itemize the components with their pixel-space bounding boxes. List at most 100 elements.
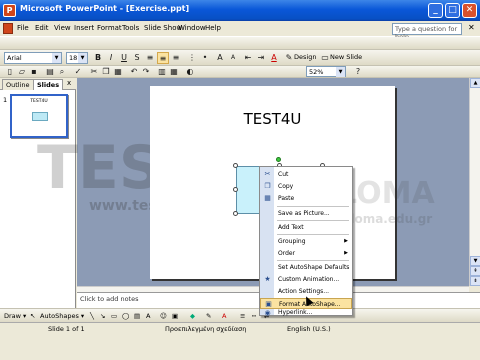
redo-icon[interactable]: ↷ [140, 66, 152, 78]
menu-view[interactable]: View [54, 24, 71, 32]
select-objects-icon[interactable]: ↖ [30, 312, 35, 320]
scroll-up-icon[interactable]: ▲ [470, 78, 480, 88]
table-icon[interactable]: ▦ [168, 66, 180, 78]
numbering-icon[interactable]: ⋮ [186, 52, 198, 64]
close-button[interactable]: ✕ [462, 3, 477, 18]
chevron-down-icon[interactable]: ▼ [78, 53, 87, 63]
context-item-custom-animation[interactable]: ★ Custom Animation... [260, 274, 352, 285]
resize-handle-sw[interactable] [233, 211, 238, 216]
slide-thumbnail[interactable]: TEST4U [10, 94, 68, 138]
new-slide-button[interactable]: New Slide [330, 53, 362, 61]
close-panel-icon[interactable]: x [67, 79, 71, 87]
status-bar: Slide 1 of 1 Προεπιλεγμένη σχεδίαση Engl… [0, 322, 480, 334]
vertical-scrollbar[interactable]: ▲ ▼ ⇞ ⇟ [469, 78, 480, 286]
maximize-button[interactable]: □ [445, 3, 460, 18]
open-icon[interactable]: ▱ [16, 66, 28, 78]
new-icon[interactable]: ▯ [4, 66, 16, 78]
menu-tools[interactable]: Tools [122, 24, 139, 32]
picture-icon[interactable]: ▣ [172, 312, 178, 320]
context-menu: ✂ Cut ❐ Copy ▦ Paste Save as Picture... … [259, 166, 353, 317]
menu-file[interactable]: File [17, 24, 29, 32]
chevron-down-icon[interactable]: ▼ [336, 67, 345, 77]
resize-handle-nw[interactable] [233, 163, 238, 168]
chart-icon[interactable]: ▥ [156, 66, 168, 78]
font-name-combo[interactable]: Arial ▼ [4, 52, 62, 64]
preview-icon[interactable]: ⌕ [56, 66, 68, 78]
tab-outline[interactable]: Outline [2, 79, 34, 90]
print-icon[interactable]: ▤ [44, 66, 56, 78]
line-style-icon[interactable]: ≡ [240, 312, 245, 320]
paste-icon[interactable]: ▦ [112, 66, 124, 78]
title-bar: P Microsoft PowerPoint - [Exercise.ppt] … [0, 0, 480, 21]
menu-separator [277, 234, 349, 235]
font-color-icon[interactable]: A [268, 52, 280, 64]
outdent-icon[interactable]: ⇥ [255, 52, 267, 64]
minimize-button[interactable]: _ [428, 3, 443, 18]
context-item-set-autoshape-defaults[interactable]: Set AutoShape Defaults [260, 262, 352, 273]
menu-format[interactable]: Format [97, 24, 122, 32]
underline-button[interactable]: U [118, 52, 130, 64]
line-color-icon[interactable]: ✎ [206, 312, 211, 320]
font-size-combo[interactable]: 18 ▼ [66, 52, 88, 64]
rotate-handle[interactable] [276, 157, 281, 162]
autoshapes-menu-button[interactable]: AutoShapes ▾ [40, 312, 84, 320]
color-grayscale-icon[interactable]: ◐ [184, 66, 196, 78]
align-center-icon[interactable]: ≡ [157, 52, 169, 64]
context-item-cut[interactable]: ✂ Cut [260, 169, 352, 180]
oval-icon[interactable]: ◯ [122, 312, 129, 320]
context-item-grouping[interactable]: Grouping ▶ [260, 236, 352, 247]
ask-question-input[interactable]: Type a question for help [392, 23, 462, 41]
align-right-icon[interactable]: ≡ [170, 52, 182, 64]
menu-window[interactable]: Window [178, 24, 206, 32]
menu-help[interactable]: Help [205, 24, 221, 32]
previous-slide-icon[interactable]: ⇞ [470, 266, 480, 276]
close-document-button[interactable]: ✕ [468, 23, 475, 32]
zoom-combo[interactable]: 52% ▼ [306, 66, 346, 77]
help-icon[interactable]: ? [352, 66, 364, 78]
copy-icon[interactable]: ❐ [100, 66, 112, 78]
align-left-icon[interactable]: ≡ [144, 52, 156, 64]
menu-separator [277, 220, 349, 221]
powerpoint-app-icon[interactable]: P [3, 4, 16, 17]
rectangle-icon[interactable]: ▭ [111, 312, 117, 320]
save-icon[interactable]: ▪ [28, 66, 40, 78]
context-item-hyperlink[interactable]: ◉ Hyperlink... [260, 308, 352, 317]
arrow-icon[interactable]: ↘ [100, 312, 105, 320]
increase-font-icon[interactable]: A [214, 52, 226, 64]
wordart-icon[interactable]: A [146, 312, 150, 320]
context-item-paste[interactable]: ▦ Paste [260, 193, 352, 204]
italic-button[interactable]: I [105, 52, 117, 64]
spelling-icon[interactable]: ✓ [72, 66, 84, 78]
shadow-button[interactable]: S [131, 52, 143, 64]
copy-icon: ❐ [264, 182, 271, 190]
context-item-copy[interactable]: ❐ Copy [260, 181, 352, 192]
decrease-font-icon[interactable]: A [227, 52, 239, 64]
clipart-icon[interactable]: ☺ [160, 312, 167, 320]
scroll-down-icon[interactable]: ▼ [470, 256, 480, 266]
menu-insert[interactable]: Insert [74, 24, 94, 32]
menu-edit[interactable]: Edit [35, 24, 49, 32]
context-item-add-text[interactable]: Add Text [260, 222, 352, 233]
design-button[interactable]: Design [294, 53, 316, 61]
textbox-icon[interactable]: ▤ [134, 312, 140, 320]
line-icon[interactable]: ╲ [90, 312, 94, 320]
context-item-save-as-picture[interactable]: Save as Picture... [260, 208, 352, 219]
fill-color-icon[interactable]: ◆ [190, 312, 195, 320]
bullets-icon[interactable]: • [199, 52, 211, 64]
context-item-order[interactable]: Order ▶ [260, 248, 352, 259]
chevron-down-icon[interactable]: ▼ [52, 53, 61, 63]
standard-toolbar [0, 37, 480, 50]
bold-button[interactable]: B [92, 52, 104, 64]
slide-title[interactable]: TEST4U [150, 110, 395, 128]
font-color-draw-icon[interactable]: A [222, 312, 226, 320]
draw-menu-button[interactable]: Draw ▾ [4, 312, 26, 320]
indent-icon[interactable]: ⇤ [242, 52, 254, 64]
dash-style-icon[interactable]: ┅ [252, 312, 256, 320]
next-slide-icon[interactable]: ⇟ [470, 276, 480, 286]
document-icon[interactable] [3, 23, 13, 34]
undo-icon[interactable]: ↶ [128, 66, 140, 78]
resize-handle-w[interactable] [233, 187, 238, 192]
menu-slide-show[interactable]: Slide Show [144, 24, 182, 32]
tab-slides[interactable]: Slides [33, 79, 64, 90]
cut-icon[interactable]: ✂ [88, 66, 100, 78]
